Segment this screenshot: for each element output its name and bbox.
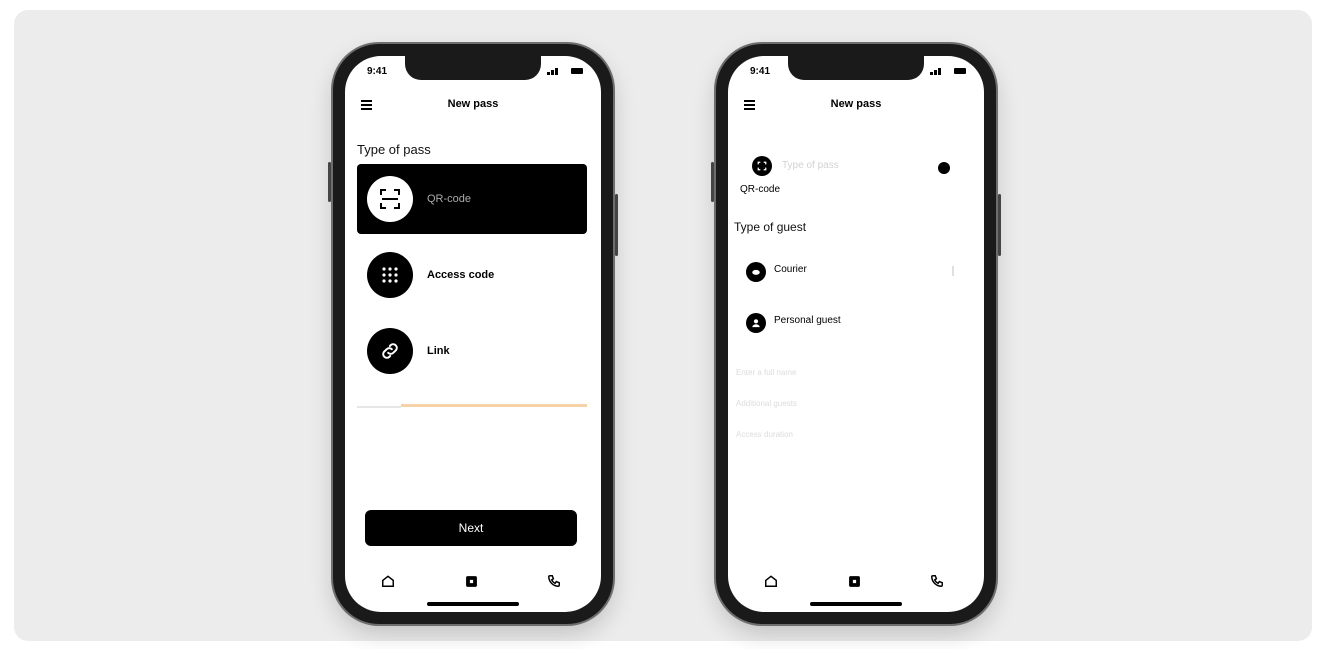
- home-icon[interactable]: [762, 572, 780, 590]
- phone-icon[interactable]: [928, 572, 946, 590]
- option-link[interactable]: Link: [357, 316, 587, 386]
- next-button[interactable]: Next: [365, 510, 577, 546]
- status-icons: [547, 67, 583, 75]
- phone-mockup-type-of-pass: 9:41 New pass Type of pass QR-code Acces…: [328, 44, 618, 624]
- pass-type-value: QR-code: [740, 184, 781, 195]
- status-time: 9:41: [750, 66, 771, 77]
- selected-radio-icon: [938, 162, 950, 174]
- battery-icon: [571, 68, 583, 74]
- backdrop: [14, 10, 1312, 641]
- link-icon: [367, 328, 413, 374]
- screen-title: New pass: [830, 98, 882, 110]
- pass-icon[interactable]: [462, 572, 480, 590]
- form-field-name[interactable]: Enter a full name: [736, 368, 796, 377]
- person-icon: [746, 313, 766, 333]
- bottom-nav: [345, 572, 601, 592]
- phone-icon[interactable]: [545, 572, 563, 590]
- section-label-type-of-guest: Type of guest: [734, 220, 807, 234]
- pass-type-caption: Type of pass: [782, 160, 839, 171]
- option-access-code[interactable]: Access code: [357, 240, 587, 310]
- form-field-additional-guests[interactable]: Additional guests: [736, 399, 797, 408]
- option-label: QR-code: [427, 193, 472, 205]
- qr-scan-icon: [367, 176, 413, 222]
- divider: [357, 406, 401, 408]
- guest-type-label: Personal guest: [774, 315, 841, 326]
- phone-mockup-type-of-guest: 9:41 New pass Type of pass QR-code Type …: [711, 44, 1001, 624]
- pass-icon[interactable]: [845, 572, 863, 590]
- chevron-icon: [952, 266, 954, 276]
- option-label: Link: [427, 345, 450, 357]
- phone-screen: 9:41 New pass Type of pass QR-code Type …: [728, 56, 984, 612]
- selected-pass-type[interactable]: Type of pass: [744, 156, 958, 182]
- status-icons: [930, 67, 966, 75]
- keypad-icon: [367, 252, 413, 298]
- guest-type-courier[interactable]: Courier: [744, 260, 958, 284]
- qr-scan-icon: [752, 156, 772, 176]
- phone-screen: 9:41 New pass Type of pass QR-code Acces…: [345, 56, 601, 612]
- screen-title: New pass: [447, 98, 499, 110]
- divider-accent: [401, 404, 587, 407]
- battery-icon: [954, 68, 966, 74]
- form-field-duration[interactable]: Access duration: [736, 430, 793, 439]
- section-label-type-of-pass: Type of pass: [357, 142, 431, 157]
- notch: [788, 56, 924, 80]
- bottom-nav: [728, 572, 984, 592]
- option-label: Access code: [427, 269, 495, 281]
- option-qr-code[interactable]: QR-code: [357, 164, 587, 234]
- status-time: 9:41: [367, 66, 388, 77]
- courier-icon: [746, 262, 766, 282]
- guest-type-personal[interactable]: Personal guest: [744, 311, 958, 335]
- home-icon[interactable]: [379, 572, 397, 590]
- notch: [405, 56, 541, 80]
- home-indicator: [427, 602, 519, 606]
- home-indicator: [810, 602, 902, 606]
- guest-type-label: Courier: [774, 264, 807, 275]
